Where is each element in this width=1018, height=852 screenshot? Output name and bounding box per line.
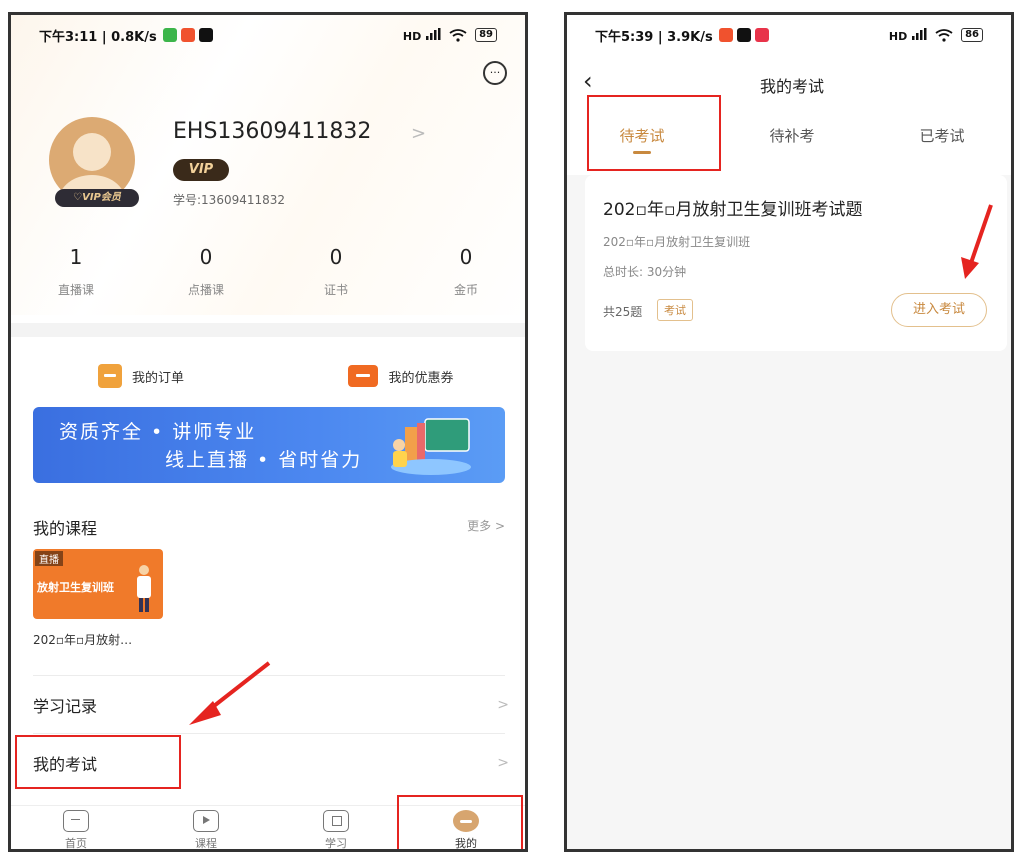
signal-icon: HD — [403, 27, 441, 43]
wifi-icon — [449, 28, 467, 42]
live-tag: 直播 — [35, 551, 63, 566]
right-phone-screen: 下午5:39 | 3.9K/s HD 86 ‹ 我的考试 待考试 待补考 已考试… — [564, 12, 1014, 852]
course-thumb-title: 放射卫生复训班 — [37, 581, 114, 594]
exam-class-name: 202▫年▫月放射卫生复训班 — [603, 235, 751, 249]
vip-member-badge: ♡VIP会员 — [55, 189, 139, 207]
tab-makeup-exams[interactable]: 待补考 — [717, 115, 867, 161]
my-coupons-button[interactable]: 我的优惠券 — [271, 351, 525, 401]
tab-study[interactable]: 学习 — [271, 806, 401, 850]
my-orders-label: 我的订单 — [131, 370, 184, 386]
exam-duration: 总时长: 30分钟 — [603, 265, 687, 279]
exam-card[interactable]: 202▫年▫月放射卫生复训班考试题 202▫年▫月放射卫生复训班 总时长: 30… — [585, 175, 1007, 351]
doctor-illustration-icon — [137, 565, 151, 612]
course-name[interactable]: 202▫年▫月放射… — [33, 631, 132, 648]
signal-icon: HD — [889, 27, 927, 43]
status-bar: 下午5:39 | 3.9K/s HD 86 — [567, 15, 1011, 55]
study-icon — [323, 810, 349, 832]
stat-label: 点播课 — [187, 283, 224, 297]
promo-banner[interactable]: 资质齐全 • 讲师专业 线上直播 • 省时省力 — [33, 407, 505, 483]
tiktok-icon — [198, 28, 213, 42]
stat-vod-courses[interactable]: 0 点播课 — [141, 245, 271, 298]
battery-icon: 89 — [475, 28, 497, 42]
app-notification-icon — [718, 28, 733, 42]
tiktok-icon — [736, 28, 751, 42]
stat-label: 金币 — [453, 283, 478, 297]
app-notification-icon — [162, 28, 177, 42]
status-bar: 下午3:11 | 0.8K/s HD 89 — [11, 15, 525, 55]
stat-value: 0 — [459, 245, 473, 269]
my-coupons-label: 我的优惠券 — [388, 370, 454, 386]
stat-certificates[interactable]: 0 证书 — [271, 245, 401, 298]
tab-home[interactable]: 首页 — [11, 806, 141, 850]
more-courses-link[interactable]: 更多 > — [467, 517, 505, 534]
home-icon — [63, 810, 89, 832]
highlight-box-my-exams — [15, 735, 181, 789]
study-illustration-icon — [391, 418, 471, 475]
tab-completed-exams[interactable]: 已考试 — [867, 115, 1011, 161]
coupon-icon — [348, 365, 379, 387]
study-record-label: 学习记录 — [33, 697, 98, 716]
avatar[interactable]: ♡VIP会员 — [49, 117, 139, 207]
enter-exam-button[interactable]: 进入考试 — [891, 293, 987, 327]
left-phone-screen: 下午3:11 | 0.8K/s HD 89 ··· ♡VIP会员 EHS1360… — [8, 12, 528, 852]
exam-type-tag: 考试 — [657, 299, 693, 321]
stat-coins[interactable]: 0 金币 — [401, 245, 525, 298]
chevron-right-icon: > — [497, 697, 509, 713]
tab-study-label: 学习 — [325, 837, 347, 850]
highlight-box-pending-tab — [587, 95, 721, 171]
stat-value: 1 — [69, 245, 83, 269]
chevron-right-icon: > — [497, 755, 509, 771]
stats-row: 1 直播课 0 点播课 0 证书 0 金币 — [11, 245, 525, 298]
message-icon[interactable]: ··· — [483, 61, 507, 85]
stat-label: 直播课 — [57, 283, 94, 297]
order-icon — [97, 364, 122, 388]
app-notification-icon — [180, 28, 195, 42]
stat-label: 证书 — [323, 283, 348, 297]
annotation-arrow-icon — [189, 661, 271, 725]
stat-value: 0 — [329, 245, 343, 269]
tab-home-label: 首页 — [65, 837, 87, 850]
status-time: 下午3:11 | 0.8K/s — [39, 29, 157, 45]
stat-value: 0 — [199, 245, 213, 269]
annotation-arrow-icon — [961, 204, 993, 279]
status-time: 下午5:39 | 3.9K/s — [595, 29, 713, 45]
vip-badge: VIP — [173, 159, 229, 181]
tab-courses-label: 课程 — [195, 837, 217, 850]
chevron-right-icon[interactable]: > — [411, 123, 426, 144]
section-divider — [11, 323, 525, 337]
banner-line-2: 线上直播 • 省时省力 — [165, 449, 363, 471]
quick-actions: 我的订单 我的优惠券 — [11, 351, 525, 401]
my-orders-button[interactable]: 我的订单 — [11, 351, 271, 401]
play-icon — [193, 810, 219, 832]
course-thumbnail[interactable]: 直播 放射卫生复训班 — [33, 549, 163, 619]
battery-icon: 86 — [961, 28, 983, 42]
username[interactable]: EHS13609411832 — [173, 119, 371, 144]
exam-title: 202▫年▫月放射卫生复训班考试题 — [603, 200, 863, 220]
my-courses-title: 我的课程 — [33, 519, 98, 538]
page-title: 我的考试 — [759, 77, 824, 96]
tab-courses[interactable]: 课程 — [141, 806, 271, 850]
app-notification-icon — [754, 28, 769, 42]
student-id: 学号:13609411832 — [173, 193, 286, 207]
highlight-box-mine-tab — [397, 795, 523, 849]
banner-line-1: 资质齐全 • 讲师专业 — [59, 421, 257, 443]
divider — [33, 733, 505, 734]
stat-live-courses[interactable]: 1 直播课 — [11, 245, 141, 298]
wifi-icon — [935, 28, 953, 42]
exam-question-count: 共25题 — [603, 305, 643, 319]
